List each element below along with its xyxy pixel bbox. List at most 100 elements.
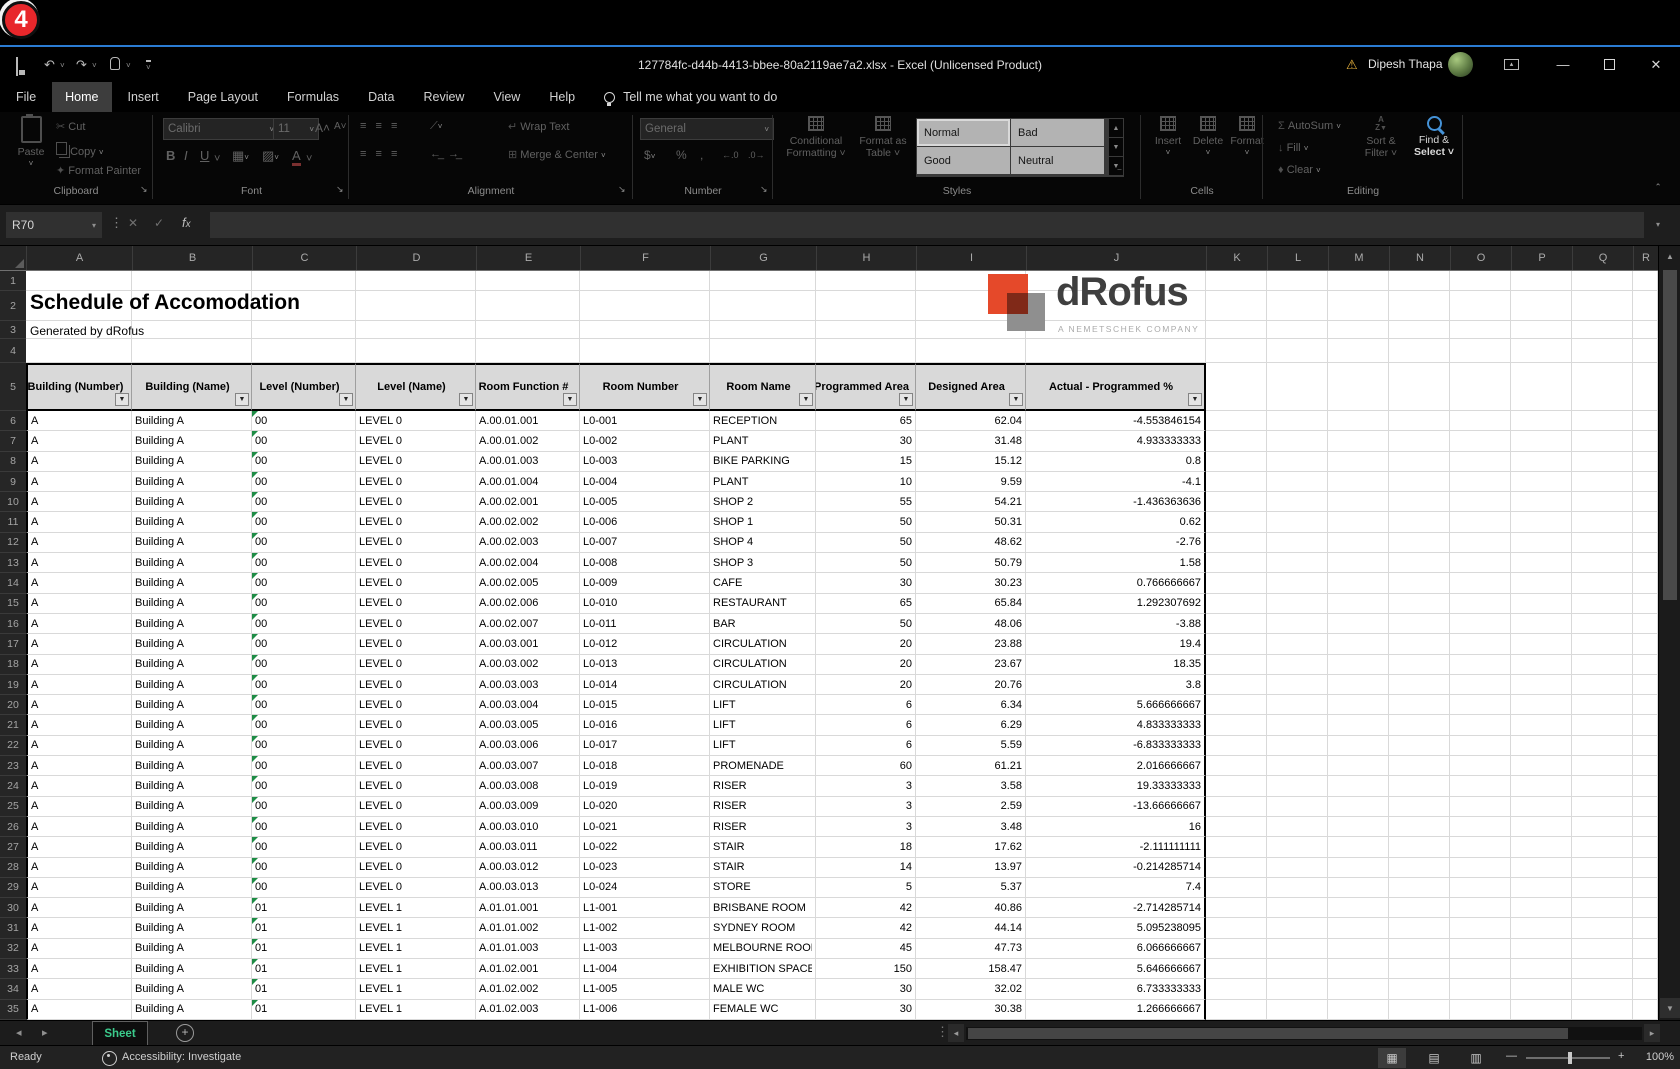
cell-N26[interactable] <box>1389 817 1450 837</box>
cell-E24[interactable]: A.00.03.008 <box>476 776 580 796</box>
cell-K21[interactable] <box>1206 715 1267 735</box>
column-header-E[interactable]: E <box>477 246 581 270</box>
cell-F19[interactable]: L0-014 <box>580 675 710 695</box>
cell-D10[interactable]: LEVEL 0 <box>356 492 476 512</box>
cell-M6[interactable] <box>1328 411 1389 431</box>
cell-E5[interactable]: Room Function #▼ <box>476 363 580 411</box>
cell-B3[interactable] <box>132 321 252 339</box>
format-painter-button[interactable]: ✦ Format Painter <box>56 164 141 177</box>
cell-H18[interactable]: 20 <box>816 655 916 675</box>
cell-F5[interactable]: Room Number▼ <box>580 363 710 411</box>
row-header-29[interactable]: 29 <box>0 878 26 898</box>
cell-N15[interactable] <box>1389 594 1450 614</box>
cell-A9[interactable]: A <box>26 472 132 492</box>
bold-button[interactable]: B <box>166 148 175 163</box>
ribbon-tab-review[interactable]: Review <box>410 82 477 112</box>
cell-R33[interactable] <box>1633 959 1658 979</box>
cell-A29[interactable]: A <box>26 878 132 898</box>
indent-icons[interactable]: ←̲ →̲ <box>430 148 461 160</box>
cell-L21[interactable] <box>1267 715 1328 735</box>
accessibility-icon[interactable] <box>102 1051 117 1066</box>
tell-me-box[interactable]: Tell me what you want to do <box>604 82 777 112</box>
cell-B9[interactable]: Building A <box>132 472 252 492</box>
fill-color-icon[interactable]: ▨˅ <box>262 148 279 164</box>
cell-C29[interactable]: 00 <box>252 878 356 898</box>
cell-D21[interactable]: LEVEL 0 <box>356 715 476 735</box>
cell-N10[interactable] <box>1389 492 1450 512</box>
cell-A20[interactable]: A <box>26 695 132 715</box>
row-header-28[interactable]: 28 <box>0 858 26 878</box>
cell-M19[interactable] <box>1328 675 1389 695</box>
cell-N22[interactable] <box>1389 736 1450 756</box>
cell-R17[interactable] <box>1633 634 1658 654</box>
cell-N28[interactable] <box>1389 858 1450 878</box>
cell-A13[interactable]: A <box>26 553 132 573</box>
cell-B11[interactable]: Building A <box>132 512 252 532</box>
cell-D17[interactable]: LEVEL 0 <box>356 634 476 654</box>
cell-C12[interactable]: 00 <box>252 533 356 553</box>
cell-M10[interactable] <box>1328 492 1389 512</box>
cell-Q21[interactable] <box>1572 715 1633 735</box>
cell-R2[interactable] <box>1633 291 1658 321</box>
cell-A21[interactable]: A <box>26 715 132 735</box>
cell-D27[interactable]: LEVEL 0 <box>356 837 476 857</box>
cell-K26[interactable] <box>1206 817 1267 837</box>
font-size-combo[interactable]: 11˅ <box>273 118 319 140</box>
cell-P1[interactable] <box>1511 271 1572 291</box>
cell-F35[interactable]: L1-006 <box>580 1000 710 1020</box>
normal-view-button[interactable]: ▦ <box>1378 1048 1406 1068</box>
cell-K15[interactable] <box>1206 594 1267 614</box>
cell-P23[interactable] <box>1511 756 1572 776</box>
cell-M12[interactable] <box>1328 533 1389 553</box>
row-header-18[interactable]: 18 <box>0 655 26 675</box>
cell-L20[interactable] <box>1267 695 1328 715</box>
cell-N12[interactable] <box>1389 533 1450 553</box>
cell-E10[interactable]: A.00.02.001 <box>476 492 580 512</box>
cell-K19[interactable] <box>1206 675 1267 695</box>
cell-L8[interactable] <box>1267 452 1328 472</box>
cell-O2[interactable] <box>1450 291 1511 321</box>
cell-E28[interactable]: A.00.03.012 <box>476 858 580 878</box>
cell-A14[interactable]: A <box>26 573 132 593</box>
next-sheet-icon[interactable]: ▸ <box>42 1026 48 1039</box>
cell-D32[interactable]: LEVEL 1 <box>356 939 476 959</box>
cell-H27[interactable]: 18 <box>816 837 916 857</box>
name-box[interactable]: R70▾ <box>6 212 102 238</box>
cell-P11[interactable] <box>1511 512 1572 532</box>
cell-K29[interactable] <box>1206 878 1267 898</box>
cell-Q24[interactable] <box>1572 776 1633 796</box>
column-header-B[interactable]: B <box>133 246 253 270</box>
hscroll-left-button[interactable]: ◂ <box>948 1024 964 1042</box>
cell-G29[interactable]: STORE <box>710 878 816 898</box>
cell-C18[interactable]: 00 <box>252 655 356 675</box>
cell-J35[interactable]: 1.266666667 <box>1026 1000 1206 1020</box>
cell-P8[interactable] <box>1511 452 1572 472</box>
merge-center-button[interactable]: ⊞ Merge & Center ˅ <box>508 148 606 161</box>
cell-C32[interactable]: 01 <box>252 939 356 959</box>
cell-D24[interactable]: LEVEL 0 <box>356 776 476 796</box>
cell-Q13[interactable] <box>1572 553 1633 573</box>
cell-M3[interactable] <box>1328 321 1389 339</box>
cell-K3[interactable] <box>1206 321 1267 339</box>
cell-E19[interactable]: A.00.03.003 <box>476 675 580 695</box>
cell-B32[interactable]: Building A <box>132 939 252 959</box>
cell-A33[interactable]: A <box>26 959 132 979</box>
cell-M32[interactable] <box>1328 939 1389 959</box>
cell-A5[interactable]: Building (Number)▼ <box>26 363 132 411</box>
cell-I34[interactable]: 32.02 <box>916 979 1026 999</box>
cell-F18[interactable]: L0-013 <box>580 655 710 675</box>
cell-E7[interactable]: A.00.01.002 <box>476 431 580 451</box>
cell-I15[interactable]: 65.84 <box>916 594 1026 614</box>
cell-L24[interactable] <box>1267 776 1328 796</box>
cell-J20[interactable]: 5.666666667 <box>1026 695 1206 715</box>
cell-H33[interactable]: 150 <box>816 959 916 979</box>
cell-R12[interactable] <box>1633 533 1658 553</box>
cell-H31[interactable]: 42 <box>816 918 916 938</box>
cell-G9[interactable]: PLANT <box>710 472 816 492</box>
cell-E2[interactable] <box>476 291 580 321</box>
cell-G14[interactable]: CAFE <box>710 573 816 593</box>
cell-O26[interactable] <box>1450 817 1511 837</box>
cell-Q34[interactable] <box>1572 979 1633 999</box>
borders-icon[interactable]: ▦˅ <box>232 148 249 164</box>
cell-J34[interactable]: 6.733333333 <box>1026 979 1206 999</box>
